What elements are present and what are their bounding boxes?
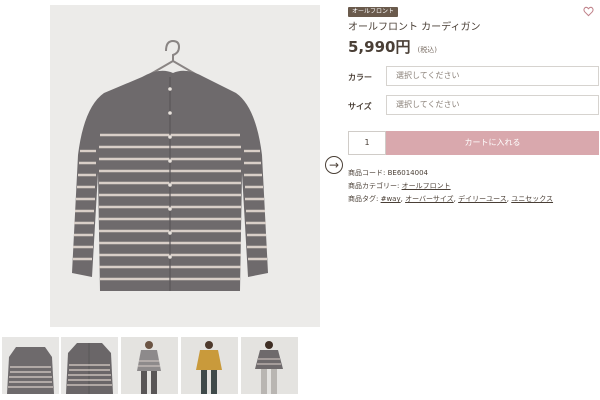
main-product-image[interactable]: [50, 5, 320, 327]
tag-link[interactable]: デイリーユース: [458, 195, 507, 203]
thumbnail-4[interactable]: [181, 337, 238, 394]
cardigan-illustration: [50, 5, 320, 327]
add-to-cart-button[interactable]: カートに入れる: [386, 131, 599, 155]
tag-link[interactable]: #way: [381, 195, 401, 203]
product-category: 商品カテゴリー: オールフロント: [348, 181, 451, 191]
tag-link[interactable]: オーバーサイズ: [405, 195, 454, 203]
thumbnail-3[interactable]: [121, 337, 178, 394]
product-price: 5,990円: [348, 38, 411, 56]
category-link[interactable]: オールフロント: [402, 182, 451, 190]
gallery-left-spacer: [0, 0, 50, 328]
thumbnail-2[interactable]: [61, 337, 118, 394]
next-image-button[interactable]: →: [325, 156, 343, 174]
size-label: サイズ: [348, 102, 372, 111]
size-select[interactable]: 選択してください: [386, 95, 599, 115]
product-tags: 商品タグ: #way, オーバーサイズ, デイリーユース, ユニセックス: [348, 195, 554, 203]
product-title: オールフロント カーディガン: [348, 22, 481, 33]
product-tags-label: 商品タグ:: [348, 195, 379, 203]
tag-link[interactable]: ユニセックス: [511, 195, 553, 203]
color-select[interactable]: 選択してください: [386, 66, 599, 86]
product-info: オールフロント オールフロント カーディガン 5,990円 (税込) カラー 選…: [348, 0, 600, 400]
product-code-label: 商品コード:: [348, 169, 386, 177]
product-code: 商品コード: BE6014004: [348, 168, 428, 178]
color-label: カラー: [348, 73, 372, 82]
price-row: 5,990円 (税込): [348, 36, 437, 57]
arrow-right-icon: →: [328, 158, 340, 172]
product-code-value: BE6014004: [387, 169, 428, 177]
product-category-label: 商品カテゴリー:: [348, 182, 400, 190]
thumbnail-5[interactable]: [241, 337, 298, 394]
heart-icon[interactable]: [583, 6, 594, 17]
category-badge: オールフロント: [348, 7, 399, 17]
quantity-input[interactable]: 1: [348, 131, 386, 155]
tax-note: (税込): [417, 46, 438, 54]
thumbnail-1[interactable]: [2, 337, 59, 394]
